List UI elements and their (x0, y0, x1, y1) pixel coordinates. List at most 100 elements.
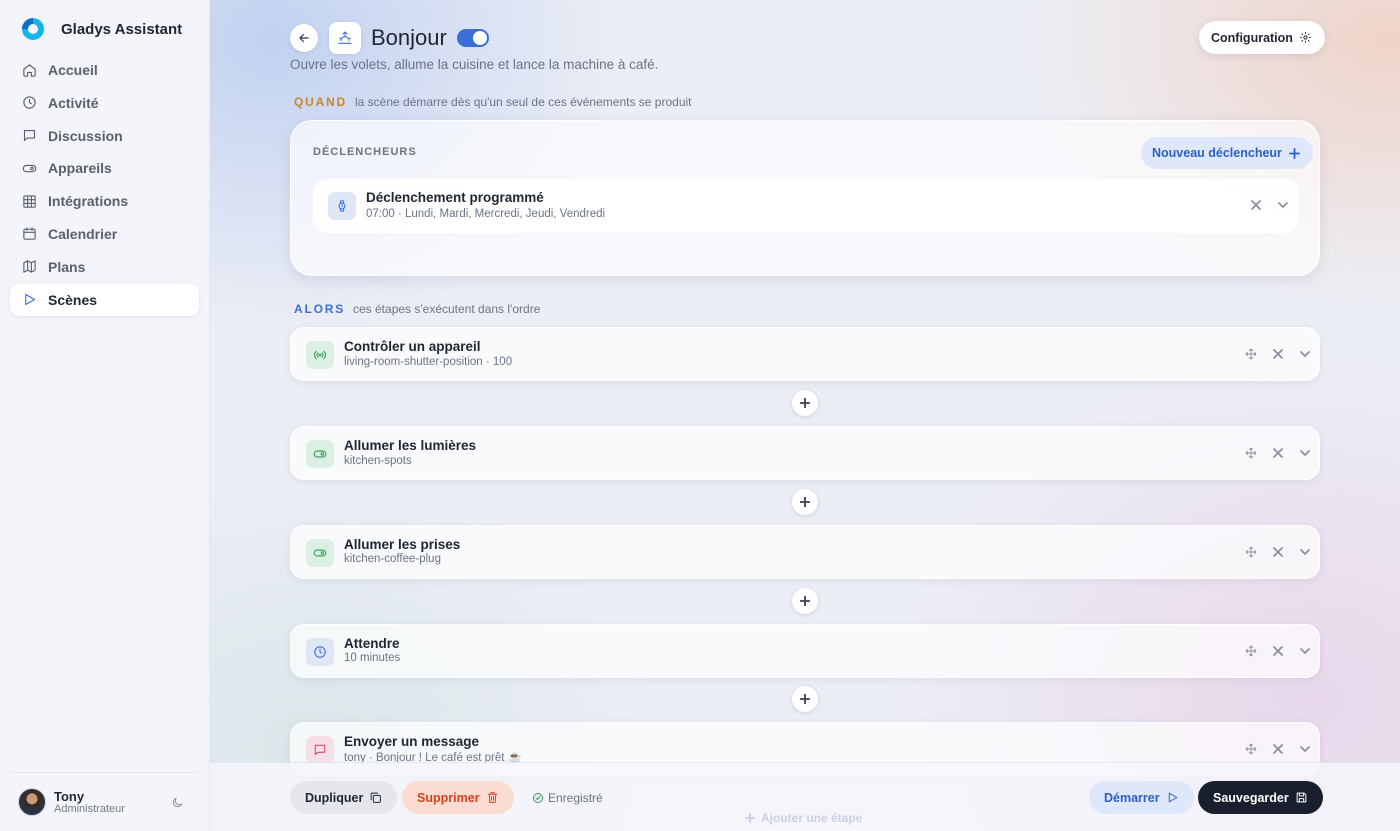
step-card[interactable]: Allumer les prises kitchen-coffee-plug (290, 525, 1320, 579)
scene-description[interactable]: Ouvre les volets, allume la cuisine et l… (290, 57, 658, 72)
sidebar-item-label: Plans (48, 258, 86, 275)
remove-step-button[interactable] (1271, 545, 1285, 559)
new-trigger-button[interactable]: Nouveau déclencheur (1141, 137, 1313, 169)
step-title: Contrôler un appareil (344, 339, 481, 354)
sidebar-item-label: Scènes (48, 291, 98, 308)
insert-step-button[interactable] (792, 588, 818, 614)
scene-editor: Bonjour Ouvre les volets, allume la cuis… (210, 0, 1400, 831)
plus-icon (745, 813, 755, 823)
sidebar-item-integrations[interactable]: Intégrations (10, 185, 199, 217)
scene-icon-button[interactable] (329, 22, 361, 54)
sidebar-item-accueil[interactable]: Accueil (10, 54, 199, 86)
step-subtitle: kitchen-spots (344, 455, 412, 467)
step-card[interactable]: Contrôler un appareil living-room-shutte… (290, 327, 1320, 381)
home-icon (23, 63, 36, 77)
sidebar-item-label: Intégrations (48, 193, 129, 210)
step-subtitle: 10 minutes (344, 652, 401, 664)
start-label: Démarrer (1104, 790, 1160, 805)
duplicate-button[interactable]: Dupliquer (290, 781, 398, 814)
step-title: Envoyer un message (344, 734, 480, 749)
brand[interactable]: Gladys Assistant (22, 18, 182, 40)
step-type-icon (306, 539, 334, 567)
chat-icon (23, 130, 36, 142)
configuration-button[interactable]: Configuration (1199, 21, 1325, 54)
step-subtitle: kitchen-coffee-plug (344, 553, 441, 565)
close-icon (1251, 200, 1261, 210)
save-button[interactable]: Sauvegarder (1198, 781, 1323, 814)
close-icon (1273, 349, 1283, 359)
close-icon (1273, 646, 1283, 656)
sidebar-item-discussion[interactable]: Discussion (10, 120, 199, 152)
drag-handle[interactable] (1244, 644, 1258, 658)
step-card[interactable]: Attendre 10 minutes (290, 624, 1320, 678)
expand-step-button[interactable] (1298, 347, 1312, 361)
close-icon (1273, 547, 1283, 557)
then-section-label: ALORS ces étapes s'exécutent dans l'ordr… (294, 302, 540, 316)
add-step-button[interactable]: Ajouter une étape (745, 811, 862, 825)
app-name: Gladys Assistant (61, 20, 183, 38)
triggers-heading: DÉCLENCHEURS (313, 146, 417, 158)
page-title[interactable]: Bonjour (371, 25, 447, 51)
sidebar-item-label: Accueil (48, 62, 98, 78)
step-type-icon (306, 440, 334, 468)
moon-icon (172, 797, 182, 807)
insert-step-button[interactable] (792, 686, 818, 712)
sidebar-item-label: Activité (48, 94, 99, 111)
sidebar-item-scenes[interactable]: Scènes (10, 283, 199, 316)
drag-handle[interactable] (1244, 446, 1258, 460)
trigger-subtitle: 07:00 · Lundi, Mardi, Mercredi, Jeudi, V… (366, 208, 606, 220)
sidebar-item-plans[interactable]: Plans (10, 251, 199, 283)
copy-icon (371, 792, 382, 803)
drag-handle[interactable] (1244, 545, 1258, 559)
sidebar-item-label: Calendrier (48, 225, 118, 242)
new-trigger-label: Nouveau déclencheur (1152, 146, 1282, 160)
dark-mode-toggle[interactable] (168, 793, 186, 811)
step-type-icon (306, 638, 334, 666)
remove-trigger-button[interactable] (1249, 198, 1263, 212)
insert-step-button[interactable] (792, 390, 818, 416)
trigger-title: Déclenchement programmé (366, 190, 544, 205)
play-icon (25, 294, 36, 306)
trigger-card[interactable]: Déclenchement programmé 07:00 · Lundi, M… (313, 179, 1299, 233)
remove-step-button[interactable] (1271, 644, 1285, 658)
back-button[interactable] (290, 24, 318, 52)
map-icon (23, 260, 36, 273)
insert-step-button[interactable] (792, 489, 818, 515)
sidebar-item-activite[interactable]: Activité (10, 87, 199, 119)
toggle-icon (313, 450, 327, 458)
step-type-icon (306, 736, 334, 764)
user-name: Tony (54, 789, 85, 804)
step-subtitle: living-room-shutter-position · 100 (344, 356, 513, 368)
remove-step-button[interactable] (1271, 347, 1285, 361)
remove-step-button[interactable] (1271, 446, 1285, 460)
expand-step-button[interactable] (1298, 742, 1312, 756)
avatar[interactable] (18, 788, 46, 816)
step-card[interactable]: Allumer les lumières kitchen-spots (290, 426, 1320, 480)
configuration-label: Configuration (1211, 30, 1293, 45)
close-icon (1273, 744, 1283, 754)
scene-enabled-toggle[interactable] (457, 29, 489, 47)
expand-step-button[interactable] (1298, 446, 1312, 460)
expand-trigger-button[interactable] (1276, 198, 1290, 212)
plus-icon (800, 694, 810, 704)
sidebar: Gladys Assistant Accueil Activité Discus… (0, 0, 210, 831)
remove-step-button[interactable] (1271, 742, 1285, 756)
step-type-icon (306, 341, 334, 369)
trash-icon (487, 792, 497, 803)
expand-step-button[interactable] (1298, 644, 1312, 658)
delete-button[interactable]: Supprimer (402, 781, 514, 814)
plus-icon (1288, 147, 1300, 159)
clock-icon (23, 96, 36, 109)
chevron-down-icon (1300, 549, 1310, 555)
sidebar-item-calendrier[interactable]: Calendrier (10, 218, 199, 250)
sidebar-item-label: Discussion (48, 127, 123, 144)
expand-step-button[interactable] (1298, 545, 1312, 559)
chevron-down-icon (1300, 746, 1310, 752)
sidebar-item-appareils[interactable]: Appareils (10, 152, 199, 184)
plus-icon (800, 497, 810, 507)
user-role: Administrateur (54, 803, 125, 815)
drag-handle[interactable] (1244, 347, 1258, 361)
chevron-down-icon (1300, 450, 1310, 456)
drag-handle[interactable] (1244, 742, 1258, 756)
start-button[interactable]: Démarrer (1089, 781, 1194, 814)
